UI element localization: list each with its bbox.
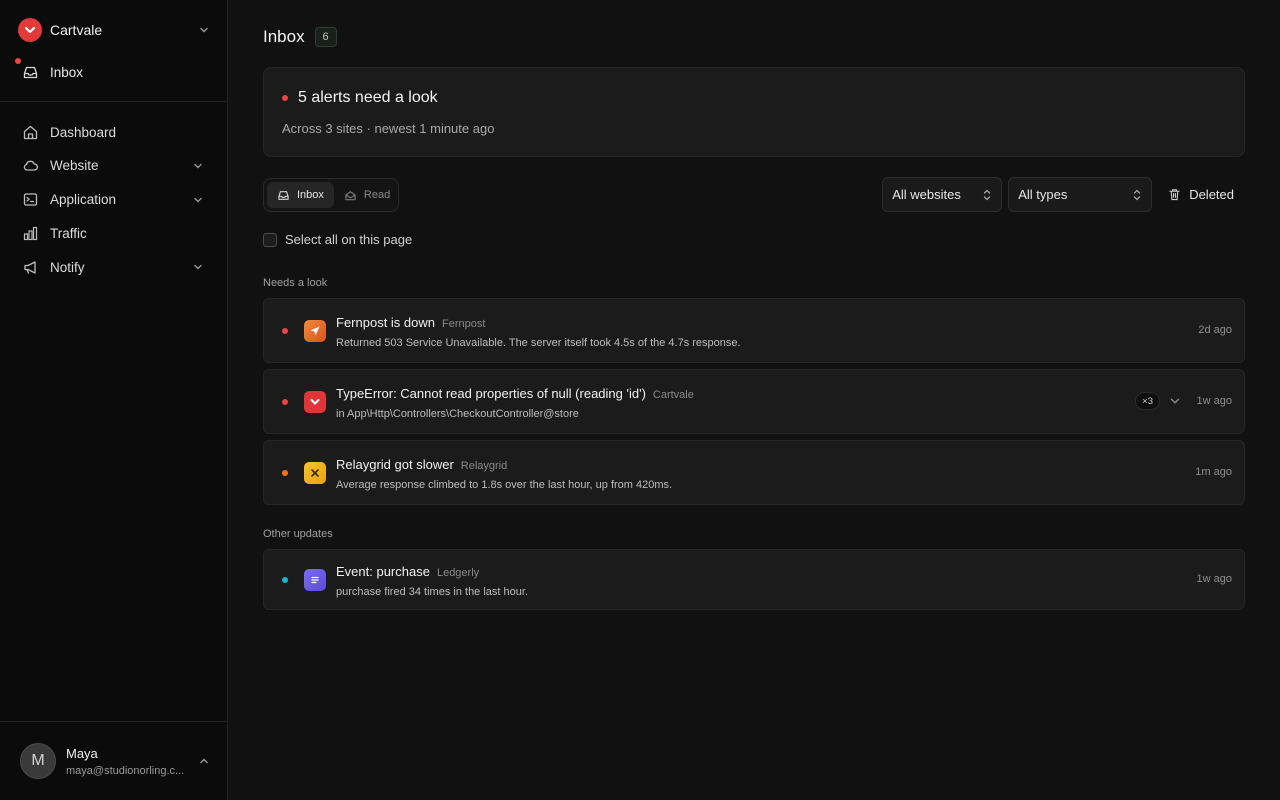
divider [0,101,227,102]
megaphone-icon [22,259,39,276]
relaygrid-icon [304,462,326,484]
alert-description: Returned 503 Service Unavailable. The se… [336,337,741,349]
sidebar: Cartvale Inbox Dashboard Website Applica… [0,0,228,800]
workspace-name: Cartvale [50,22,103,38]
chevron-down-icon [192,194,204,206]
alert-description: in App\Http\Controllers\CheckoutControll… [336,408,579,420]
sidebar-item-label: Application [50,192,117,208]
cartvale-logo-icon [18,18,42,42]
alert-summary-card: 5 alerts need a look Across 3 sites · ne… [263,67,1245,157]
alert-title: Fernpost is down [336,315,435,330]
terminal-icon [22,191,39,208]
page-title: Inbox [263,27,305,46]
cartvale-icon [304,391,326,413]
alert-description: Average response climbed to 1.8s over th… [336,479,673,491]
status-dot [282,399,288,405]
deleted-label: Deleted [1189,187,1234,202]
chevron-down-icon [192,261,204,273]
sidebar-item-notify[interactable]: Notify [14,253,210,281]
alert-source: Cartvale [652,389,694,401]
status-dot [282,95,288,101]
inbox-icon [277,189,290,202]
website-filter-select[interactable]: All websites [882,177,1003,212]
bar-chart-icon [22,225,39,242]
alert-time: 1w ago [1196,395,1232,407]
alert-row[interactable]: TypeError: Cannot read properties of nul… [263,369,1245,434]
user-menu[interactable]: M Maya maya@studionorling.c... [20,742,210,780]
select-value: All types [1018,187,1068,202]
cloud-icon [22,157,39,174]
update-source: Ledgerly [436,567,480,579]
update-title: Event: purchase [336,564,430,579]
select-value: All websites [892,187,961,202]
sidebar-item-application[interactable]: Application [14,186,210,214]
sidebar-item-label: Inbox [50,64,84,80]
home-icon [22,124,39,141]
select-all-row[interactable]: Select all on this page [263,232,412,247]
occurrence-count-badge: ×3 [1135,392,1160,410]
user-name: Maya [66,745,98,761]
filters: All websites All types Deleted [876,177,1245,212]
section-heading-needs-look: Needs a look [263,277,328,289]
sidebar-item-inbox[interactable]: Inbox [14,58,210,86]
chevron-down-icon [198,24,210,36]
updown-chevron-icon [982,188,992,202]
sidebar-nav: Dashboard Website Application Traffic No… [14,118,210,287]
chevron-down-icon [192,160,204,172]
select-all-label: Select all on this page [285,232,413,247]
trash-icon [1168,188,1181,201]
alert-row[interactable]: Fernpost is down Fernpost Returned 503 S… [263,298,1245,363]
update-row[interactable]: Event: purchase Ledgerly purchase fired … [263,549,1245,610]
tab-inbox[interactable]: Inbox [267,182,334,208]
summary-title: 5 alerts need a look [298,89,438,106]
expand-chevron-icon[interactable] [1168,394,1182,408]
inbox-icon [22,64,39,81]
sidebar-item-label: Traffic [50,225,87,241]
sidebar-item-website[interactable]: Website [14,152,210,180]
status-dot [282,577,288,583]
ledgerly-icon [304,569,326,591]
sidebar-item-label: Notify [50,259,85,275]
summary-subtitle: Across 3 sites · newest 1 minute ago [282,121,495,136]
alert-title: Relaygrid got slower [336,457,454,472]
type-filter-select[interactable]: All types [1008,177,1153,212]
tab-label: Read [363,189,391,201]
user-email: maya@studionorling.c... [66,764,185,777]
sidebar-item-label: Website [50,158,99,174]
tab-label: Inbox [297,189,324,201]
update-time: 1w ago [1196,573,1232,585]
sidebar-item-dashboard[interactable]: Dashboard [14,118,210,146]
unread-indicator [15,58,21,64]
fernpost-icon [304,320,326,342]
alert-row[interactable]: Relaygrid got slower Relaygrid Average r… [263,440,1245,505]
inbox-read-toggle: Inbox Read [263,178,399,212]
chevron-up-icon [198,755,210,767]
alert-source: Fernpost [442,318,486,330]
inbox-count-badge: 6 [314,27,337,47]
section-heading-other-updates: Other updates [263,528,333,540]
status-dot [282,470,288,476]
sidebar-item-traffic[interactable]: Traffic [14,219,210,247]
alert-time: 1m ago [1195,466,1232,478]
avatar: M [20,743,56,779]
inbox-open-icon [344,189,357,202]
alert-source: Relaygrid [460,460,508,472]
sidebar-item-label: Dashboard [50,124,117,140]
tab-read[interactable]: Read [334,182,400,208]
select-all-checkbox[interactable] [263,232,277,247]
alert-time: 2d ago [1198,324,1232,336]
page-header: Inbox 6 [263,27,337,47]
deleted-button[interactable]: Deleted [1162,177,1245,212]
divider [0,721,227,722]
updown-chevron-icon [1132,188,1142,202]
alert-title: TypeError: Cannot read properties of nul… [336,386,646,401]
status-dot [282,328,288,334]
update-description: purchase fired 34 times in the last hour… [336,586,528,598]
workspace-switcher[interactable]: Cartvale [18,18,210,42]
